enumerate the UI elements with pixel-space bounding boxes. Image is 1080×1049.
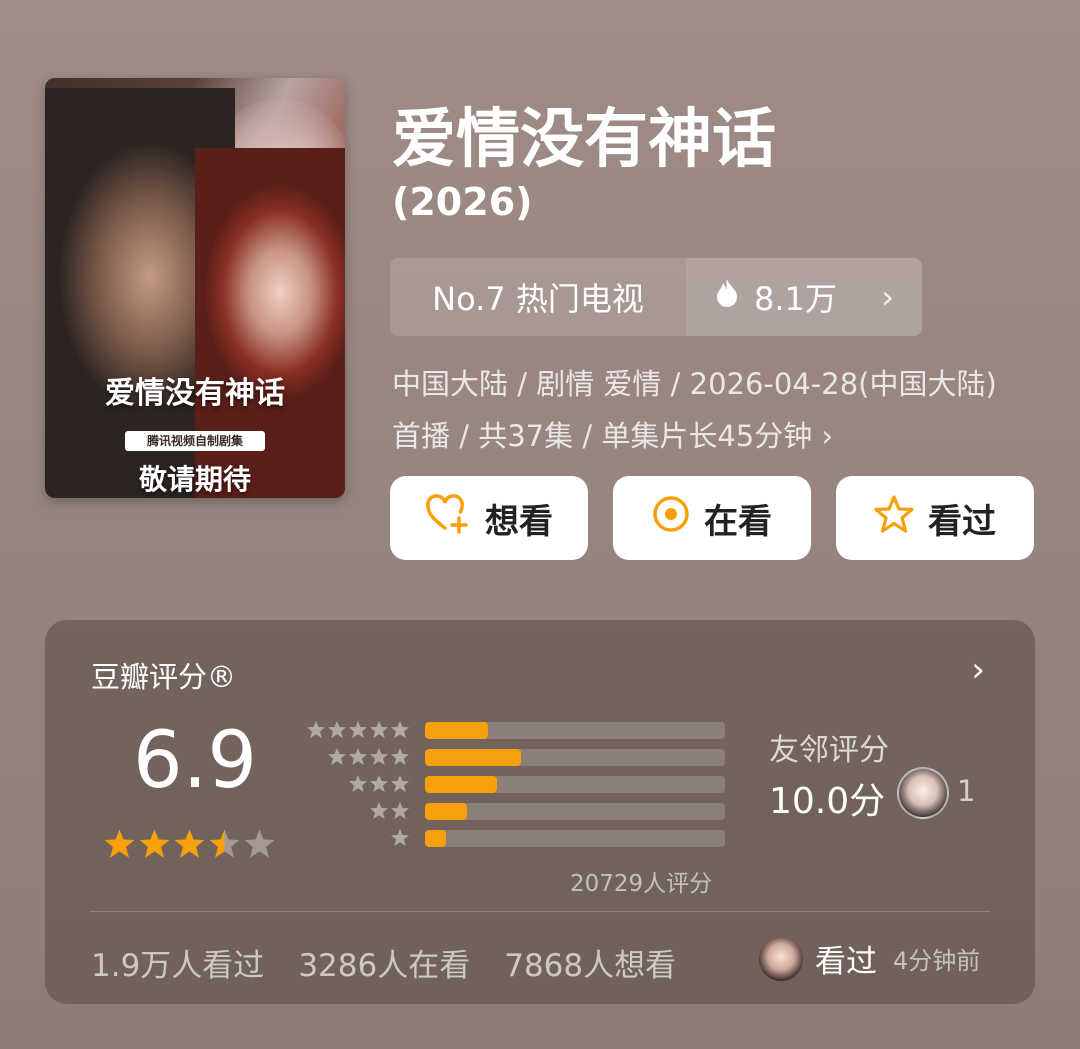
avatar[interactable] [897,767,949,819]
watched-label: 看过 [928,501,996,542]
friends-rating-label: 友邻评分 [769,733,889,768]
rating-bar-track [425,803,725,820]
rating-score: 6.9 [133,716,258,806]
meta-text: 中国大陆 / 剧情 爱情 / 2026-04-28(中国大陆)首播 / 共37集… [392,367,997,453]
star-icon [391,721,409,738]
star-icon [391,775,409,792]
divider [90,911,990,912]
flame-icon [714,278,740,316]
rating-bar-track [425,776,725,793]
poster-title: 爱情没有神话 [105,376,285,411]
star-icon [104,829,135,858]
rating-bar-fill [425,776,497,793]
star-icon [349,748,367,765]
star-icon [244,829,275,858]
rating-stars [103,828,276,861]
star-icon [349,775,367,792]
rating-count: 20729人评分 [570,871,713,897]
target-circle-icon [652,495,690,542]
want-to-watch-button[interactable]: 想看 [390,476,588,560]
friends-count: 1 [957,774,976,808]
star-icon [174,829,205,858]
rank-label: No.7 热门电视 [432,280,644,318]
poster-badge: 腾讯视频自制剧集 [125,431,265,451]
watching-button[interactable]: 在看 [613,476,811,560]
want-count[interactable]: 7868人想看 [504,940,676,985]
star-icon [370,721,388,738]
star-level-icons [305,828,410,848]
heart-plus-icon [425,493,471,543]
rating-bar-fill [425,722,488,739]
star-icon [307,721,325,738]
rating-bar-track [425,722,725,739]
rating-card[interactable]: 豆瓣评分® › 6.9 20729人评分 友邻评分 10.0分 1 1.9万人看… [45,620,1035,1004]
star-icon [370,775,388,792]
rank-banner[interactable]: No.7 热门电视 8.1万 › [390,258,922,336]
rating-bar-fill [425,830,446,847]
rating-bar-fill [425,803,467,820]
star-level-icons [305,747,410,767]
star-icon [209,829,240,858]
poster-image[interactable]: 爱情没有神话 腾讯视频自制剧集 敬请期待 [45,78,345,498]
rating-bar-track [425,830,725,847]
recent-status: 看过 [815,944,877,980]
rating-title: 豆瓣评分® [91,660,237,694]
watch-stats: 1.9万人看过 3286人在看 7868人想看 [91,940,676,985]
star-icon [328,748,346,765]
star-icon [328,721,346,738]
chevron-right-icon: › [821,419,834,453]
rating-bar-track [425,749,725,766]
page-title: 爱情没有神话 [392,103,776,177]
chevron-right-icon[interactable]: › [971,650,985,690]
watched-button[interactable]: 看过 [836,476,1034,560]
poster-subtitle: 敬请期待 [138,463,251,496]
show-meta[interactable]: 中国大陆 / 剧情 爱情 / 2026-04-28(中国大陆)首播 / 共37集… [392,358,1012,462]
star-level-icons [305,774,410,794]
chevron-right-icon: › [881,278,894,316]
heat-value: 8.1万 [754,280,837,318]
star-icon [370,748,388,765]
friends-rating-score: 10.0分 [769,781,886,822]
star-outline-icon [874,494,914,543]
heat-section[interactable]: 8.1万 › [686,258,922,336]
star-level-icons [305,801,410,821]
want-label: 想看 [485,501,553,542]
star-icon [391,829,409,846]
star-icon [370,802,388,819]
star-icon [139,829,170,858]
star-level-icons [305,720,410,740]
recent-time: 4分钟前 [893,947,981,975]
avatar [759,936,803,981]
release-year: (2026) [392,180,533,224]
rating-bar-fill [425,749,521,766]
recent-activity[interactable]: 看过 4分钟前 [759,936,980,981]
watching-label: 在看 [704,501,772,542]
watching-count[interactable]: 3286人在看 [298,940,470,985]
star-icon [391,802,409,819]
star-icon [349,721,367,738]
watched-count[interactable]: 1.9万人看过 [91,940,264,985]
star-icon [391,748,409,765]
